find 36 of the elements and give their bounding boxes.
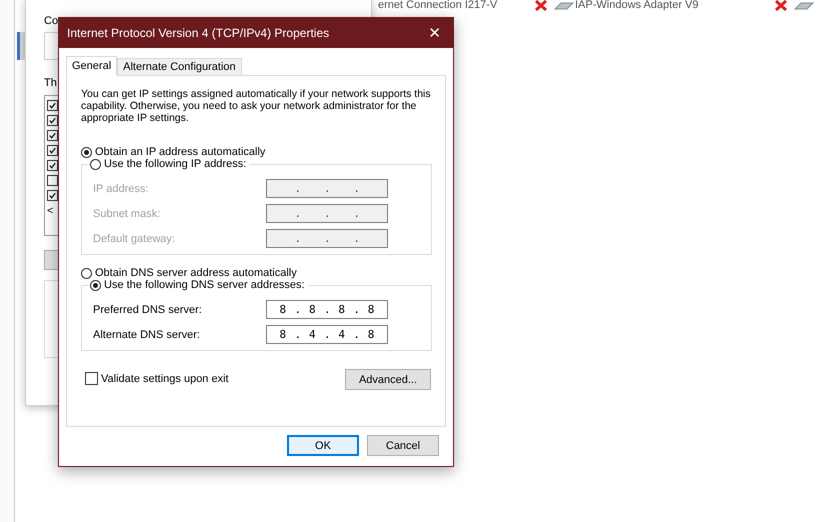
checkbox[interactable] bbox=[47, 100, 58, 111]
ip-input-field[interactable]: 8 . 8 . 8 . 8 bbox=[266, 300, 388, 319]
ok-button[interactable]: OK bbox=[287, 435, 359, 456]
advanced-button[interactable]: Advanced... bbox=[345, 369, 431, 390]
field-label: Preferred DNS server: bbox=[93, 304, 202, 316]
field-label: Subnet mask: bbox=[93, 208, 160, 220]
adapter-name: IAP-Windows Adapter V9 bbox=[575, 0, 700, 11]
validate-checkbox[interactable]: Validate settings upon exit bbox=[85, 372, 229, 385]
checkbox[interactable] bbox=[47, 175, 58, 186]
adapter-name: ernet Connection I217-V bbox=[378, 0, 498, 11]
section-label: Co bbox=[44, 15, 58, 28]
checkbox[interactable] bbox=[47, 190, 58, 201]
ip-input-field[interactable]: . . . bbox=[266, 229, 388, 248]
checkbox[interactable] bbox=[47, 160, 58, 171]
cancel-button[interactable]: Cancel bbox=[367, 435, 439, 456]
tab[interactable]: General bbox=[66, 56, 118, 76]
tab[interactable]: Alternate Configuration bbox=[117, 58, 242, 76]
field-label: Alternate DNS server: bbox=[93, 328, 200, 340]
field-label: Default gateway: bbox=[93, 232, 175, 244]
radio-option[interactable]: Use the following IP address: bbox=[90, 158, 250, 170]
radio-option[interactable]: Use the following DNS server addresses: bbox=[90, 279, 308, 291]
checkbox[interactable] bbox=[47, 115, 58, 126]
checkbox[interactable] bbox=[47, 130, 58, 141]
network-adapter-icon bbox=[553, 0, 575, 10]
close-button[interactable]: ✕ bbox=[424, 24, 445, 42]
window-title: Internet Protocol Version 4 (TCP/IPv4) Properties bbox=[67, 26, 330, 40]
network-adapter-icon bbox=[793, 0, 815, 10]
section-label: Th bbox=[44, 77, 57, 90]
ip-input-field[interactable]: 8 . 4 . 4 . 8 bbox=[266, 325, 388, 344]
field-label: IP address: bbox=[93, 182, 148, 194]
radio-option[interactable]: Obtain an IP address automatically bbox=[81, 146, 268, 158]
radio-option[interactable]: Obtain DNS server address automatically bbox=[81, 267, 300, 279]
ip-input-field[interactable]: . . . bbox=[266, 179, 388, 198]
checkbox[interactable] bbox=[47, 145, 58, 156]
description-text: You can get IP settings assigned automatically if your network supports this capability. Otherwise, you need to ask your network administrator for the appropriate IP settings. bbox=[81, 88, 431, 124]
ip-input-field[interactable]: . . . bbox=[266, 204, 388, 223]
